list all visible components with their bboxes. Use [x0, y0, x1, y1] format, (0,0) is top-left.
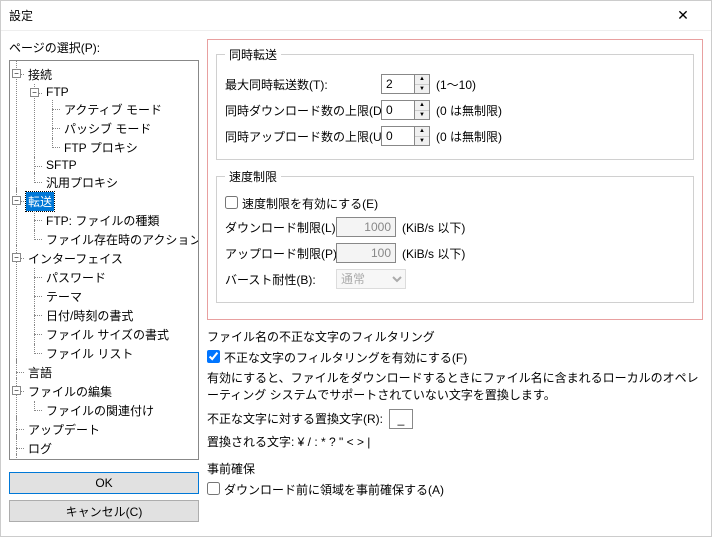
ok-button[interactable]: OK	[9, 472, 199, 494]
tree-interface[interactable]: インターフェイス	[26, 249, 125, 268]
tree-ftp-file-types[interactable]: FTP: ファイルの種類	[44, 211, 161, 230]
spin-up-icon[interactable]: ▲	[415, 127, 429, 137]
tree-ftp-proxy[interactable]: FTP プロキシ	[62, 138, 140, 157]
tree-file-assoc[interactable]: ファイルの関連付け	[44, 401, 156, 420]
concurrent-fieldset: 同時転送 最大同時転送数(T): ▲▼ (1〜10) 同時ダウンロード数の上限(…	[216, 46, 694, 160]
tree-update[interactable]: アップデート	[26, 420, 102, 439]
spin-up-icon[interactable]: ▲	[415, 75, 429, 85]
prealloc-enable-checkbox[interactable]	[207, 482, 220, 495]
speed-enable-label: 速度制限を有効にする(E)	[242, 195, 378, 212]
tree-debug[interactable]: デバッグ	[26, 458, 78, 460]
replace-char-input[interactable]	[389, 409, 413, 429]
filter-legend: ファイル名の不正な文字のフィルタリング	[207, 328, 703, 345]
tree-ftp[interactable]: FTP	[44, 84, 71, 100]
cancel-button[interactable]: キャンセル(C)	[9, 500, 199, 522]
spin-down-icon[interactable]: ▼	[415, 137, 429, 146]
download-unit: (KiB/s 以下)	[402, 219, 465, 236]
tree-active-mode[interactable]: アクティブ モード	[62, 100, 164, 119]
tree-passive-mode[interactable]: パッシブ モード	[62, 119, 153, 138]
concurrent-legend: 同時転送	[225, 46, 281, 63]
max-uploads-hint: (0 は無制限)	[436, 128, 502, 145]
max-downloads-hint: (0 は無制限)	[436, 102, 502, 119]
max-transfers-input[interactable]	[381, 74, 415, 94]
collapse-icon[interactable]: −	[12, 253, 21, 262]
collapse-icon[interactable]: −	[12, 196, 21, 205]
speed-legend: 速度制限	[225, 168, 281, 185]
tree-file-list[interactable]: ファイル リスト	[44, 344, 135, 363]
tree-theme[interactable]: テーマ	[44, 287, 84, 306]
tree-sftp[interactable]: SFTP	[44, 157, 79, 173]
max-transfers-hint: (1〜10)	[436, 76, 476, 93]
max-uploads-input[interactable]	[381, 126, 415, 146]
filter-enable-label: 不正な文字のフィルタリングを有効にする(F)	[224, 349, 467, 366]
upload-limit-input[interactable]	[336, 243, 396, 263]
download-limit-label: ダウンロード制限(L):	[225, 219, 330, 236]
replace-char-label: 不正な文字に対する置換文字(R):	[207, 410, 383, 427]
spin-up-icon[interactable]: ▲	[415, 101, 429, 111]
tree-password[interactable]: パスワード	[44, 268, 108, 287]
spin-down-icon[interactable]: ▼	[415, 85, 429, 94]
tree-transfer[interactable]: 転送	[26, 192, 54, 211]
tree-generic-proxy[interactable]: 汎用プロキシ	[44, 173, 120, 192]
tree-file-exists[interactable]: ファイル存在時のアクション	[44, 230, 199, 249]
tree-language[interactable]: 言語	[26, 363, 54, 382]
close-button[interactable]: ✕	[663, 2, 703, 30]
tree-file-editing[interactable]: ファイルの編集	[26, 382, 114, 401]
burst-select[interactable]: 通常	[336, 269, 406, 289]
replaced-chars: 置換される文字: ¥ / : * ? " < > |	[207, 434, 703, 451]
collapse-icon[interactable]: −	[12, 69, 21, 78]
collapse-icon[interactable]: −	[30, 88, 39, 97]
tree-connection[interactable]: 接続	[26, 65, 54, 84]
prealloc-enable-label: ダウンロード前に領域を事前確保する(A)	[224, 481, 444, 498]
settings-tree[interactable]: − 接続 − FTP アクティブ モード パッシブ モード FTP プロキシ	[9, 60, 199, 460]
max-transfers-label: 最大同時転送数(T):	[225, 76, 375, 93]
max-downloads-input[interactable]	[381, 100, 415, 120]
window-title: 設定	[9, 7, 663, 24]
speed-enable-checkbox[interactable]	[225, 196, 238, 209]
prealloc-legend: 事前確保	[207, 460, 703, 477]
upload-limit-label: アップロード制限(P):	[225, 245, 330, 262]
tree-filesize-format[interactable]: ファイル サイズの書式	[44, 325, 171, 344]
collapse-icon[interactable]: −	[12, 386, 21, 395]
tree-log[interactable]: ログ	[26, 439, 54, 458]
filter-enable-checkbox[interactable]	[207, 350, 220, 363]
max-downloads-label: 同時ダウンロード数の上限(D):	[225, 102, 375, 119]
speed-fieldset: 速度制限 速度制限を有効にする(E) ダウンロード制限(L): (KiB/s 以…	[216, 168, 694, 303]
burst-label: バースト耐性(B):	[225, 271, 330, 288]
upload-unit: (KiB/s 以下)	[402, 245, 465, 262]
max-uploads-label: 同時アップロード数の上限(U):	[225, 128, 375, 145]
page-select-label: ページの選択(P):	[9, 39, 199, 56]
tree-date-format[interactable]: 日付/時刻の書式	[44, 306, 135, 325]
download-limit-input[interactable]	[336, 217, 396, 237]
spin-down-icon[interactable]: ▼	[415, 111, 429, 120]
filter-note: 有効にすると、ファイルをダウンロードするときにファイル名に含まれるローカルのオペ…	[207, 370, 703, 404]
